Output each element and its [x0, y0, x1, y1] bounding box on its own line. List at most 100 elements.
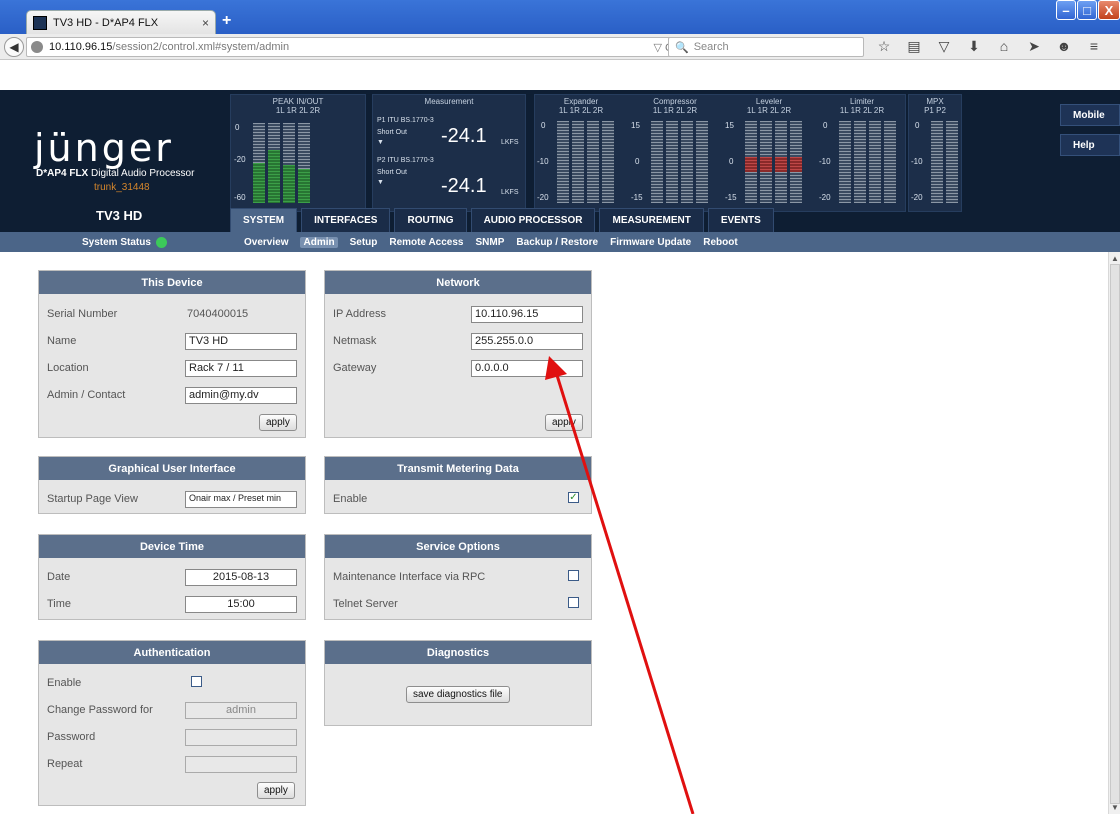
tab-system[interactable]: SYSTEM	[230, 208, 298, 232]
url-bar[interactable]: 10.110.96.15/session2/control.xml#system…	[26, 37, 680, 57]
measurement-panel[interactable]: Measurement P1 ITU BS.1770-3 Short Out ▼…	[372, 94, 526, 212]
startup-page-select[interactable]: Onair max / Preset min	[185, 491, 297, 508]
p1-arrow-icon[interactable]: ▼	[377, 139, 384, 146]
help-button[interactable]: Help	[1060, 134, 1120, 156]
diagnostics-title: Diagnostics	[325, 641, 591, 664]
bookmark-star-icon[interactable]: ☆	[872, 38, 896, 55]
p2-arrow-icon[interactable]: ▼	[377, 179, 384, 186]
save-diagnostics-button[interactable]: save diagnostics file	[406, 686, 510, 703]
reading-list-icon[interactable]: ▤	[902, 38, 926, 55]
rpc-label: Maintenance Interface via RPC	[333, 571, 486, 583]
scale-bottom: -60	[234, 193, 246, 202]
metering-enable-checkbox[interactable]: ✓	[568, 492, 579, 503]
subnav-reboot[interactable]: Reboot	[703, 237, 737, 248]
tab-routing[interactable]: ROUTING	[394, 208, 467, 232]
maximize-button[interactable]: □	[1077, 0, 1097, 20]
change-password-user-field[interactable]: admin	[185, 702, 297, 719]
peak-meter-channels: 1L 1R 2L 2R	[275, 106, 321, 115]
network-apply-button[interactable]: apply	[545, 414, 583, 431]
meter-bar-1	[839, 121, 851, 203]
leveler-channels: 1L 1R 2L 2R	[746, 106, 792, 115]
password-field[interactable]	[185, 729, 297, 746]
minimize-button[interactable]: –	[1056, 0, 1076, 20]
subnav-backup-restore[interactable]: Backup / Restore	[516, 237, 598, 248]
menu-icon[interactable]: ≡	[1082, 38, 1106, 55]
browser-tab[interactable]: TV3 HD - D*AP4 FLX ×	[26, 10, 216, 34]
auth-enable-label: Enable	[47, 677, 82, 689]
contact-label: Admin / Contact	[47, 389, 126, 401]
subnav-remote-access[interactable]: Remote Access	[389, 237, 463, 248]
meter-bar-1	[557, 121, 569, 203]
location-field[interactable]: Rack 7 / 11	[185, 360, 297, 377]
meter-bar-4	[884, 121, 896, 203]
pocket-icon[interactable]: ▽	[932, 38, 956, 55]
mpx-scale-mid: -10	[911, 157, 923, 166]
auth-apply-button[interactable]: apply	[257, 782, 295, 799]
rpc-checkbox[interactable]	[568, 570, 579, 581]
tab-audio-processor[interactable]: AUDIO PROCESSOR	[470, 208, 596, 232]
home-icon[interactable]: ⌂	[992, 38, 1016, 55]
subnav-admin[interactable]: Admin	[300, 236, 338, 248]
back-button[interactable]: ◀	[4, 37, 24, 57]
startup-label: Startup Page View	[47, 493, 138, 505]
auth-enable-checkbox[interactable]	[191, 676, 202, 687]
tab-title: TV3 HD - D*AP4 FLX	[53, 16, 159, 29]
authentication-title: Authentication	[39, 641, 305, 664]
processor-meters[interactable]: Expander 1L 1R 2L 2R 0 -10 -20 Compresso…	[534, 94, 906, 212]
search-icon: 🔍	[675, 41, 689, 54]
limiter-bars	[839, 121, 899, 203]
mobile-button[interactable]: Mobile	[1060, 104, 1120, 126]
password-label: Password	[47, 731, 96, 743]
gui-panel: Graphical User Interface Startup Page Vi…	[38, 456, 306, 514]
subnav-snmp[interactable]: SNMP	[476, 237, 505, 248]
meter-bar-1	[651, 121, 663, 203]
tab-events[interactable]: EVENTS	[707, 208, 774, 232]
device-time-title: Device Time	[39, 535, 305, 558]
subnav-overview[interactable]: Overview	[244, 237, 288, 248]
p1-mode: Short Out	[377, 129, 407, 136]
tab-interfaces[interactable]: INTERFACES	[301, 208, 391, 232]
expander-channels: 1L 1R 2L 2R	[558, 106, 604, 115]
vertical-scrollbar[interactable]: ▲ ▼	[1108, 252, 1120, 814]
new-tab-button[interactable]: +	[222, 12, 231, 30]
close-window-button[interactable]: X	[1098, 0, 1120, 20]
p1-value: -24.1	[441, 125, 487, 147]
date-field[interactable]: 2015-08-13	[185, 569, 297, 586]
contact-field[interactable]: admin@my.dv	[185, 387, 297, 404]
search-input[interactable]: 🔍 Search	[668, 37, 864, 57]
time-field[interactable]: 15:00	[185, 596, 297, 613]
date-label: Date	[47, 571, 71, 583]
peak-meter[interactable]: PEAK IN/OUT 1L 1R 2L 2R 0 -20 -60	[230, 94, 366, 212]
name-field[interactable]: TV3 HD	[185, 333, 297, 350]
gateway-field[interactable]: 0.0.0.0	[471, 360, 583, 377]
scroll-down-icon[interactable]: ▼	[1109, 803, 1120, 812]
system-status-label: System Status	[82, 236, 151, 248]
share-icon[interactable]: ➤	[1022, 38, 1046, 55]
repeat-password-field[interactable]	[185, 756, 297, 773]
ip-address-field[interactable]: 10.110.96.15	[471, 306, 583, 323]
mpx-meter[interactable]: MPX P1 P2 0 -10 -20	[908, 94, 962, 212]
meter-bar-2	[268, 123, 280, 203]
browser-toolbar: ☆ ▤ ▽ ⬇ ⌂ ➤ ☻ ≡	[872, 38, 1112, 55]
expander-scale-bottom: -20	[537, 193, 549, 202]
scrollbar-thumb[interactable]	[1110, 264, 1120, 804]
system-status[interactable]: System Status	[82, 236, 167, 248]
limiter-scale-mid: -10	[819, 157, 831, 166]
scroll-up-icon[interactable]: ▲	[1109, 254, 1120, 263]
chat-icon[interactable]: ☻	[1052, 38, 1076, 55]
tab-close-icon[interactable]: ×	[202, 16, 209, 30]
subnav-setup[interactable]: Setup	[350, 237, 378, 248]
p1-unit: LKFS	[501, 139, 519, 146]
netmask-field[interactable]: 255.255.0.0	[471, 333, 583, 350]
service-options-panel: Service Options Maintenance Interface vi…	[324, 534, 592, 620]
subnav-firmware-update[interactable]: Firmware Update	[610, 237, 691, 248]
expander-title: Expander	[563, 97, 599, 106]
this-device-apply-button[interactable]: apply	[259, 414, 297, 431]
p2-value: -24.1	[441, 175, 487, 197]
meter-bar-3	[681, 121, 693, 203]
download-icon[interactable]: ⬇	[962, 38, 986, 55]
url-host: 10.110.96.15	[49, 41, 113, 53]
telnet-checkbox[interactable]	[568, 597, 579, 608]
tab-measurement[interactable]: MEASUREMENT	[599, 208, 704, 232]
limiter-scale-bottom: -20	[819, 193, 831, 202]
